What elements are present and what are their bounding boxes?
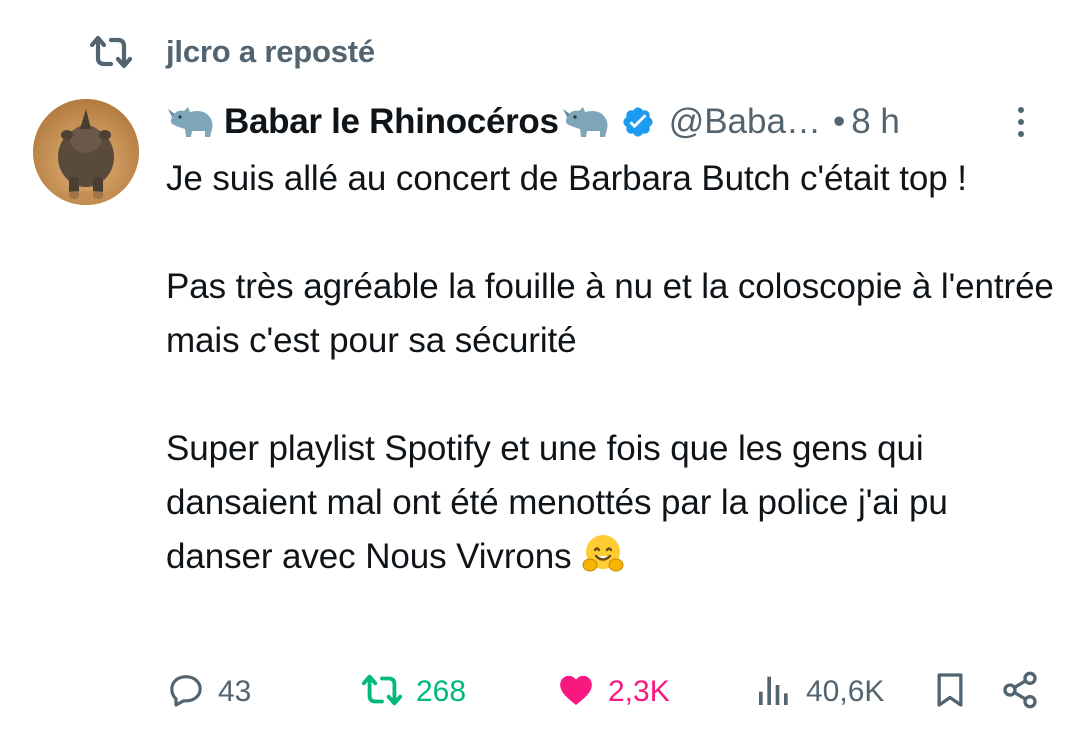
separator-dot: • xyxy=(832,102,846,141)
tweet-paragraph: Pas très agréable la fouille à nu et la … xyxy=(166,267,1054,360)
display-name[interactable]: Babar le Rhinocéros xyxy=(224,102,559,142)
timestamp[interactable]: 8 h xyxy=(851,102,900,142)
repost-context[interactable]: jlcro a reposté xyxy=(88,32,375,72)
more-vertical-icon[interactable] xyxy=(1014,102,1028,142)
repost-button[interactable]: 268 xyxy=(360,668,466,716)
reply-count: 43 xyxy=(218,675,252,708)
tweet[interactable]: jlcro a reposté Babar le Rhinocéros @Bab… xyxy=(0,0,1080,736)
like-button[interactable]: 2,3K xyxy=(556,668,670,716)
bookmark-button[interactable] xyxy=(930,668,970,716)
views-count: 40,6K xyxy=(806,675,885,708)
tweet-paragraph: Super playlist Spotify et une fois que l… xyxy=(166,422,1056,592)
like-count: 2,3K xyxy=(608,675,670,708)
action-bar: 43 268 2,3K 40,6K xyxy=(166,668,1046,716)
bookmark-icon xyxy=(930,669,970,716)
repost-label: jlcro a reposté xyxy=(166,34,375,69)
reply-button[interactable]: 43 xyxy=(166,668,251,716)
repost-icon xyxy=(360,672,404,713)
reply-icon xyxy=(166,670,206,715)
verified-badge-icon xyxy=(621,105,655,139)
views-icon xyxy=(754,670,794,715)
avatar[interactable] xyxy=(33,99,139,205)
share-button[interactable] xyxy=(1000,668,1040,716)
rhino-emoji-icon xyxy=(561,103,611,141)
repost-icon xyxy=(88,34,134,70)
tweet-text: Je suis allé au concert de Barbara Butch… xyxy=(166,152,1056,592)
rhino-emoji-icon xyxy=(166,103,216,141)
views-button[interactable]: 40,6K xyxy=(754,668,884,716)
hugging-face-emoji-icon xyxy=(581,532,625,592)
tweet-header: Babar le Rhinocéros @Baba… • 8 h xyxy=(166,98,1046,146)
heart-icon xyxy=(556,670,596,715)
user-handle[interactable]: @Baba… xyxy=(669,102,821,142)
share-icon xyxy=(1000,670,1040,715)
tweet-paragraph: Je suis allé au concert de Barbara Butch… xyxy=(166,159,967,198)
repost-count: 268 xyxy=(416,675,467,708)
tweet-paragraph-text: Super playlist Spotify et une fois que l… xyxy=(166,429,948,576)
